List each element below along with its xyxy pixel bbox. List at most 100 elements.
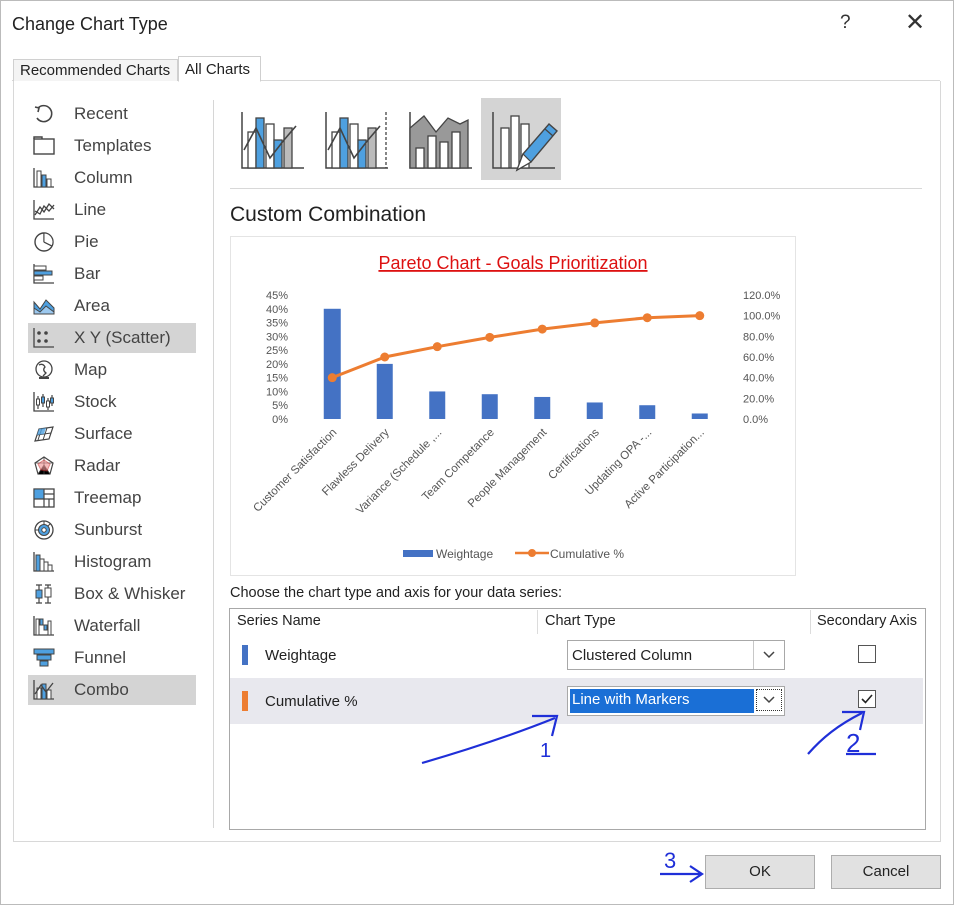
- chart-type-label: Column: [74, 168, 133, 187]
- tab-all-charts[interactable]: All Charts: [178, 56, 261, 82]
- chart-type-column[interactable]: Column: [28, 163, 196, 193]
- subtype-stacked-area-clustered-column[interactable]: [400, 98, 480, 180]
- treemap-chart-icon: [33, 488, 55, 508]
- subtype-clustered-column-line-secondary[interactable]: [316, 98, 396, 180]
- chart-type-dropdown-weightage[interactable]: Clustered Column: [567, 640, 785, 670]
- chart-type-surface[interactable]: Surface: [28, 419, 196, 449]
- chart-type-label: Treemap: [74, 488, 142, 507]
- secondary-axis-checkbox-cumulative[interactable]: [858, 690, 876, 708]
- legend-marker-cumulative: [528, 549, 536, 557]
- bar-weightage: [323, 308, 341, 419]
- series-name-weightage: Weightage: [265, 647, 337, 664]
- recent-icon: [34, 104, 53, 123]
- chart-type-label: Surface: [74, 424, 133, 443]
- chart-type-templates[interactable]: Templates: [28, 131, 196, 161]
- checkmark-icon: [861, 694, 873, 704]
- column-chart-icon: [33, 168, 54, 188]
- chart-type-treemap[interactable]: Treemap: [28, 483, 196, 513]
- series-name-cumulative: Cumulative %: [265, 693, 358, 710]
- header-separator: [537, 610, 538, 634]
- chart-type-sunburst[interactable]: Sunburst: [28, 515, 196, 545]
- chevron-down-icon[interactable]: [753, 641, 784, 669]
- header-secondary-axis: Secondary Axis: [817, 613, 917, 629]
- dropdown-value: Line with Markers: [572, 691, 690, 708]
- cancel-button[interactable]: Cancel: [831, 855, 941, 889]
- marker-cumulative: [380, 352, 390, 362]
- marker-cumulative: [537, 324, 547, 334]
- chart-type-label: Pie: [74, 232, 99, 251]
- radar-chart-icon: [34, 456, 54, 475]
- sunburst-chart-icon: [34, 520, 54, 540]
- y2-tick-label: 0.0%: [743, 414, 768, 426]
- chart-type-histogram[interactable]: Histogram: [28, 547, 196, 577]
- chart-type-line[interactable]: Line: [28, 195, 196, 225]
- y2-tick-label: 120.0%: [743, 290, 781, 302]
- x-tick-label: Certifications: [546, 426, 602, 482]
- marker-cumulative: [327, 373, 337, 383]
- legend-label-weightage: Weightage: [436, 547, 493, 561]
- chart-type-label: Map: [74, 360, 108, 379]
- chart-type-label: Area: [74, 296, 110, 315]
- y2-tick-label: 40.0%: [743, 373, 774, 385]
- marker-cumulative: [485, 332, 495, 342]
- chart-type-label: Templates: [74, 136, 152, 155]
- custom-combination-icon: [492, 112, 558, 172]
- y-tick-label: 5%: [272, 400, 288, 412]
- chart-type-label: Box & Whisker: [74, 584, 186, 603]
- chart-type-dropdown-cumulative[interactable]: Line with Markers: [567, 686, 785, 716]
- secondary-axis-checkbox-weightage[interactable]: [858, 645, 876, 663]
- chart-type-pie[interactable]: Pie: [28, 227, 196, 257]
- tab-recommended-charts[interactable]: Recommended Charts: [13, 59, 178, 81]
- chart-type-bar[interactable]: Bar: [28, 259, 196, 289]
- y2-tick-label: 100.0%: [743, 311, 781, 323]
- close-icon[interactable]: ✕: [905, 8, 925, 37]
- subtype-clustered-column-line[interactable]: [232, 98, 312, 180]
- y-tick-label: 45%: [266, 290, 288, 302]
- y-tick-label: 30%: [266, 331, 288, 343]
- pareto-chart: Pareto Chart - Goals Prioritization 45% 4…: [251, 253, 781, 561]
- chart-type-stock[interactable]: Stock: [28, 387, 196, 417]
- chart-type-waterfall[interactable]: Waterfall: [28, 611, 196, 641]
- bar-weightage: [534, 396, 551, 419]
- funnel-chart-icon: [33, 648, 55, 667]
- combo-chart-icon: [33, 680, 54, 700]
- chart-type-combo[interactable]: Combo: [28, 675, 196, 705]
- bar-weightage: [481, 394, 498, 419]
- header-series-name: Series Name: [237, 613, 321, 629]
- chart-type-map[interactable]: Map: [28, 355, 196, 385]
- subtype-custom-combination[interactable]: [481, 98, 561, 180]
- chart-type-xy-scatter[interactable]: X Y (Scatter): [28, 323, 196, 353]
- chart-type-label: Bar: [74, 264, 101, 283]
- bar-weightage: [639, 405, 656, 419]
- clustered-column-line-secondary-icon: [325, 112, 388, 169]
- chart-type-label: Combo: [74, 680, 129, 699]
- box-whisker-chart-icon: [35, 584, 52, 604]
- chart-type-area[interactable]: Area: [28, 291, 196, 321]
- legend-swatch-weightage: [403, 550, 433, 557]
- waterfall-chart-icon: [33, 616, 54, 636]
- chart-preview: Pareto Chart - Goals Prioritization 45% 4…: [230, 236, 796, 576]
- dropdown-value: Clustered Column: [572, 647, 693, 664]
- help-icon[interactable]: ?: [840, 12, 851, 34]
- chart-type-recent[interactable]: Recent: [28, 99, 196, 129]
- series-prompt: Choose the chart type and axis for your …: [230, 585, 563, 601]
- bar-weightage: [376, 363, 393, 419]
- ok-button[interactable]: OK: [705, 855, 815, 889]
- chart-type-radar[interactable]: Radar: [28, 451, 196, 481]
- chart-title: Pareto Chart - Goals Prioritization: [378, 253, 647, 273]
- chart-type-box-whisker[interactable]: Box & Whisker: [28, 579, 196, 609]
- header-separator: [810, 610, 811, 634]
- marker-cumulative: [432, 342, 442, 352]
- chart-type-label: Histogram: [74, 552, 152, 571]
- map-chart-icon: [35, 360, 53, 379]
- left-panel-divider: [213, 100, 214, 828]
- chevron-down-icon[interactable]: [756, 689, 782, 711]
- pie-chart-icon: [34, 232, 54, 252]
- area-chart-icon: [33, 299, 55, 315]
- chart-type-funnel[interactable]: Funnel: [28, 643, 196, 673]
- bar-weightage: [429, 391, 446, 419]
- series-color-cumulative: [242, 691, 248, 711]
- bar-weightage: [586, 402, 603, 419]
- y2-tick-label: 20.0%: [743, 393, 774, 405]
- y-tick-label: 10%: [266, 386, 288, 398]
